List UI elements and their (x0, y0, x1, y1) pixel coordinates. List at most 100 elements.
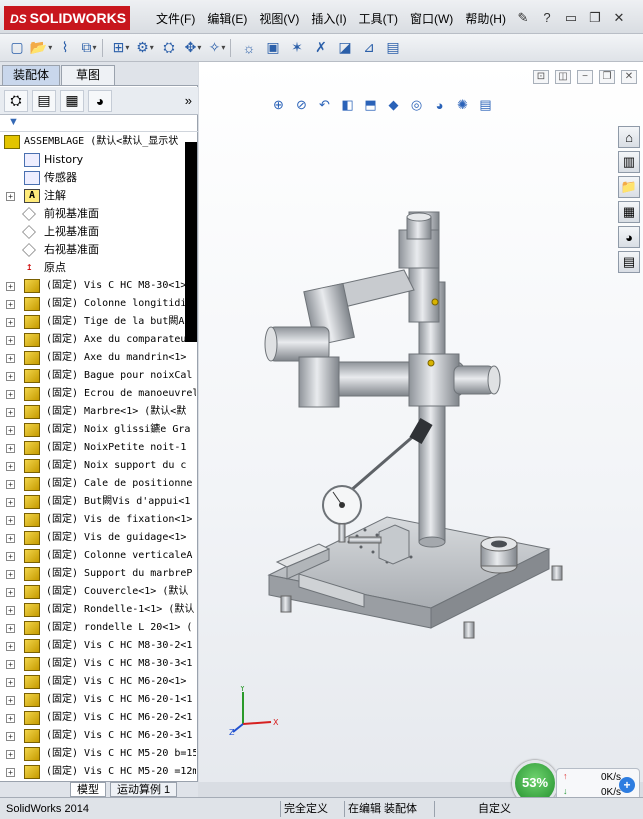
tree-item[interactable]: + (固定) Bague pour noixCal (0, 367, 196, 385)
expand-toggle-icon[interactable]: + (6, 570, 15, 579)
expand-toggle-icon[interactable]: + (6, 624, 15, 633)
tree-filter[interactable]: ▼ (0, 116, 198, 132)
expand-toggle-icon[interactable]: + (6, 516, 15, 525)
expand-toggle-icon[interactable]: + (6, 390, 15, 399)
expand-toggle-icon[interactable]: + (6, 642, 15, 651)
tree-item[interactable]: + (固定) NoixPetite noit-1 (0, 439, 196, 457)
left-spindle[interactable] (268, 326, 330, 362)
mate-icon[interactable]: ⧉ (78, 37, 100, 59)
tree-item[interactable]: + (固定) Vis C HC M5-20 =12m (0, 763, 196, 781)
properties-icon[interactable]: ▤ (382, 37, 404, 59)
expand-toggle-icon[interactable]: + (6, 552, 15, 561)
tree-item[interactable]: + (固定) Colonne longitidin (0, 295, 196, 313)
tab-sketch[interactable]: 草图 (61, 65, 115, 85)
lower-clamp[interactable] (298, 356, 340, 408)
expand-toggle-icon[interactable]: + (6, 660, 15, 669)
tree-item[interactable]: + (固定) Couvercle<1> (默认 (0, 583, 196, 601)
explode-icon[interactable]: ✶ (286, 37, 308, 59)
tree-item[interactable]: + (固定) But闕Vis d'appui<1 (0, 493, 196, 511)
lock-screw[interactable] (427, 359, 435, 367)
tree-item[interactable]: + (固定) Vis C HC M6-20-2<1 (0, 709, 196, 727)
menu-view[interactable]: 视图(V) (253, 10, 305, 28)
expand-toggle-icon[interactable]: + (6, 534, 15, 543)
expand-toggle-icon[interactable]: + (6, 192, 15, 201)
tree-item[interactable]: 右视基准面 (0, 241, 196, 259)
smart-fastener-icon[interactable]: ⛭ (158, 37, 180, 59)
magnet-icon[interactable]: ✧ (206, 37, 228, 59)
tab-motion-study[interactable]: 运动算例 1 (110, 782, 178, 797)
expand-toggle-icon[interactable]: + (6, 300, 15, 309)
tree-item[interactable]: + (固定) Vis C HC M6-20<1> (0, 673, 196, 691)
tab-assembly[interactable]: 装配体 (2, 65, 60, 85)
expand-toggle-icon[interactable]: + (6, 732, 15, 741)
configuration-manager-icon[interactable]: ▦ (60, 89, 84, 112)
insert-component-icon[interactable]: ⊞ (110, 37, 132, 59)
menu-insert[interactable]: 插入(I) (305, 10, 352, 28)
expand-toggle-icon[interactable]: + (6, 426, 15, 435)
tree-item[interactable]: + (固定) Colonne verticaleA (0, 547, 196, 565)
help-icon[interactable]: ? (539, 9, 555, 27)
rebuild-icon[interactable]: ⚙ (134, 37, 156, 59)
tree-item[interactable]: + (固定) Cale de positionne (0, 475, 196, 493)
expand-toggle-icon[interactable]: + (6, 714, 15, 723)
tree-item[interactable]: ↥ 原点 (0, 259, 196, 277)
expand-toggle-icon[interactable]: + (6, 282, 15, 291)
expand-toggle-icon[interactable]: + (6, 462, 15, 471)
pin-icon[interactable]: ✎ (515, 9, 531, 27)
tree-item[interactable]: 前视基准面 (0, 205, 196, 223)
tree-item[interactable]: + (固定) Marbre<1> (默认<默 (0, 403, 196, 421)
tree-scrollbar[interactable] (185, 142, 197, 342)
expand-toggle-icon[interactable]: + (6, 480, 15, 489)
tree-item[interactable]: + (固定) Vis C HC M5-20 b=15 (0, 745, 196, 763)
close-icon[interactable]: ✕ (611, 9, 627, 27)
tree-item[interactable]: + (固定) Axe du mandrin<1> (0, 349, 196, 367)
status-custom[interactable]: 自定义 (478, 801, 511, 817)
options-icon[interactable]: ☼ (238, 37, 260, 59)
tree-item[interactable]: + (固定) Tige de la but闕Ax (0, 313, 196, 331)
tree-item[interactable]: + (固定) Vis de fixation<1> (0, 511, 196, 529)
tree-item[interactable]: 传感器 (0, 169, 196, 187)
tree-item[interactable]: + (固定) Vis C HC M6-20-3<1 (0, 727, 196, 745)
expand-toggle-icon[interactable]: + (6, 768, 15, 777)
tab-model[interactable]: 模型 (70, 782, 106, 797)
menu-window[interactable]: 窗口(W) (404, 10, 459, 28)
filter-icon[interactable]: ▼ (8, 116, 19, 128)
minimize-icon[interactable]: ▭ (563, 9, 579, 27)
tree-item[interactable]: + (固定) Noix glissi鑣e Gra (0, 421, 196, 439)
tree-item[interactable]: + A 注解 (0, 187, 196, 205)
tree-item[interactable]: + (固定) Ecrou de manoeuvrel (0, 385, 196, 403)
tree-item[interactable]: 上视基准面 (0, 223, 196, 241)
menu-help[interactable]: 帮助(H) (459, 10, 512, 28)
new-icon[interactable]: ▢ (6, 37, 28, 59)
expand-toggle-icon[interactable]: + (6, 408, 15, 417)
tree-item[interactable]: + (固定) rondelle L 20<1> ( (0, 619, 196, 637)
graphics-viewport[interactable]: ⊡ ◫ − ❐ ✕ ⊕ ⊘ ↶ ◧ ⬒ ◆ ◎ ◕ ✺ ▤ ⌂ ▥ 📁 ▦ ◕ … (199, 62, 643, 782)
tree-item[interactable]: History (0, 151, 196, 169)
open-icon[interactable]: 📂 (30, 37, 52, 59)
expand-chevron-icon[interactable]: » (185, 90, 192, 112)
assembly-model[interactable] (199, 62, 643, 782)
expand-toggle-icon[interactable]: + (6, 354, 15, 363)
tree-item[interactable]: + (固定) Vis C HC M6-20-1<1 (0, 691, 196, 709)
restore-icon[interactable]: ❐ (587, 9, 603, 27)
expand-toggle-icon[interactable]: + (6, 498, 15, 507)
expand-toggle-icon[interactable]: + (6, 372, 15, 381)
tree-item[interactable]: + (固定) Support du marbreP (0, 565, 196, 583)
display-manager-icon[interactable]: ◕ (88, 89, 112, 112)
paperclip-icon[interactable]: ⌇ (54, 37, 76, 59)
expand-toggle-icon[interactable]: + (6, 336, 15, 345)
property-manager-icon[interactable]: ▤ (32, 89, 56, 112)
feature-manager-icon[interactable]: ⛭ (4, 89, 28, 112)
lock-screw[interactable] (431, 298, 439, 306)
expand-toggle-icon[interactable]: + (6, 696, 15, 705)
tree-item[interactable]: + (固定) Vis C HC M8-30-3<1 (0, 655, 196, 673)
tree-item[interactable]: + (固定) Noix support du c (0, 457, 196, 475)
tree-item[interactable]: + (固定) Vis de guidage<1> (0, 529, 196, 547)
tree-item[interactable]: ASSEMBLAGE (默认<默认_显示状 (0, 133, 196, 151)
plus-button[interactable]: + (619, 777, 635, 793)
tree-item[interactable]: + (固定) Rondelle-1<1> (默认 (0, 601, 196, 619)
expand-toggle-icon[interactable]: + (6, 750, 15, 759)
tree-item[interactable]: + (固定) Axe du comparateur (0, 331, 196, 349)
expand-toggle-icon[interactable]: + (6, 678, 15, 687)
solidworks-logo[interactable]: DS SOLIDWORKS (4, 6, 130, 30)
